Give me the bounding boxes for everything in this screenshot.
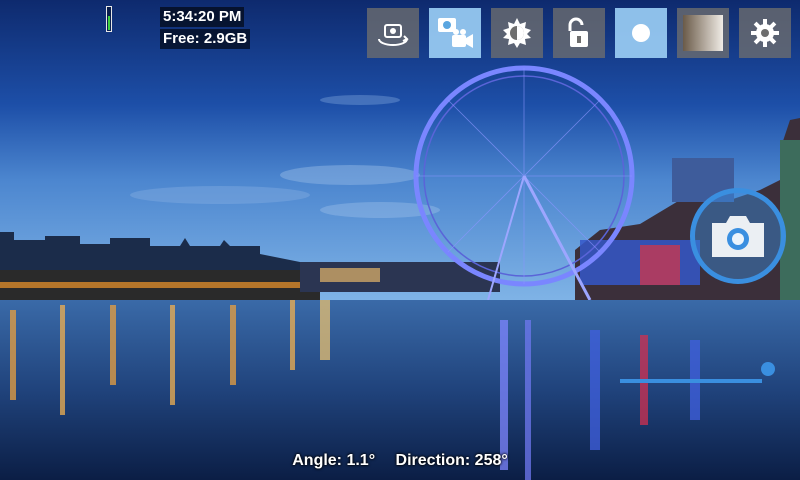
unlock-icon bbox=[568, 17, 588, 47]
photo-video-mode-button[interactable] bbox=[429, 8, 481, 58]
settings-button[interactable] bbox=[739, 8, 791, 58]
shutter-button[interactable] bbox=[690, 188, 786, 284]
direction-label: Direction: 258° bbox=[395, 452, 508, 469]
switch-camera-button[interactable] bbox=[367, 8, 419, 58]
gear-icon bbox=[751, 19, 779, 47]
battery-level-fill bbox=[108, 16, 110, 30]
battery-indicator bbox=[106, 6, 112, 32]
camera-icon bbox=[712, 216, 764, 257]
camera-rotate-icon bbox=[378, 24, 409, 46]
zoom-slider-handle[interactable] bbox=[761, 362, 775, 376]
exposure-button[interactable] bbox=[491, 8, 543, 58]
orientation-readout: Angle: 1.1° Direction: 258° bbox=[0, 452, 800, 470]
exposure-lock-button[interactable] bbox=[553, 8, 605, 58]
focus-button[interactable] bbox=[615, 8, 667, 58]
exposure-icon bbox=[503, 18, 531, 48]
camera-video-icon bbox=[438, 18, 473, 48]
focus-dot-icon bbox=[632, 24, 650, 42]
angle-label: Angle: 1.1° bbox=[292, 452, 376, 469]
clock-label: 5:34:20 PM bbox=[160, 7, 245, 27]
camera-preview[interactable] bbox=[0, 0, 800, 480]
top-toolbar bbox=[367, 8, 791, 58]
zoom-slider-track[interactable] bbox=[620, 379, 762, 383]
free-space-label: Free: 2.9GB bbox=[160, 29, 251, 49]
gradient-icon bbox=[683, 15, 723, 51]
color-effect-button[interactable] bbox=[677, 8, 729, 58]
